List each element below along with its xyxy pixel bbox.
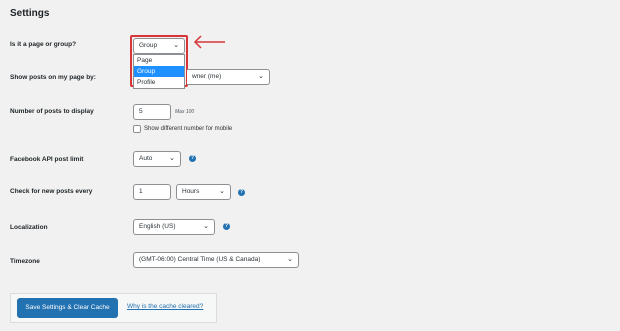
api-limit-select[interactable]: Auto ⌄ [133, 151, 181, 167]
chevron-down-icon: ⌄ [219, 188, 225, 195]
show-posts-label: Show posts on my page by: [10, 74, 96, 81]
type-option-page[interactable]: Page [134, 55, 184, 66]
chevron-down-icon: ⌄ [287, 256, 293, 263]
type-option-profile[interactable]: Profile [134, 77, 184, 88]
api-limit-value: Auto [139, 155, 153, 162]
mobile-checkbox-label: Show different number for mobile [144, 126, 233, 132]
timezone-select[interactable]: (GMT-06:00) Central Time (US & Canada) ⌄ [133, 252, 299, 268]
check-posts-unit-select[interactable]: Hours ⌄ [176, 184, 231, 200]
check-posts-unit-value: Hours [182, 188, 200, 195]
localization-select[interactable]: English (US) ⌄ [133, 219, 215, 235]
num-posts-input[interactable]: 5 [133, 104, 171, 120]
chevron-down-icon: ⌄ [203, 223, 209, 230]
why-cache-link[interactable]: Why is the cache cleared? [127, 303, 203, 310]
arrow-left-icon [193, 35, 225, 49]
type-label: Is it a page or group? [10, 41, 77, 48]
settings-page: Settings Is it a page or group? Group ⌄ … [0, 0, 620, 331]
type-option-group[interactable]: Group [134, 66, 184, 77]
show-posts-value: wner (me) [192, 73, 222, 80]
localization-label: Localization [10, 224, 48, 231]
mobile-checkbox[interactable] [133, 125, 141, 133]
save-settings-button[interactable]: Save Settings & Clear Cache [17, 298, 118, 318]
page-title: Settings [10, 8, 50, 19]
help-icon[interactable]: ? [189, 155, 196, 162]
timezone-label: Timezone [10, 258, 40, 265]
max-hint: Max 100 [175, 109, 195, 115]
chevron-down-icon: ⌄ [258, 73, 264, 80]
localization-value: English (US) [139, 223, 176, 230]
type-dropdown-list: Page Group Profile [133, 54, 185, 89]
help-icon[interactable]: ? [223, 223, 230, 230]
num-posts-label: Number of posts to display [10, 108, 94, 115]
check-posts-label: Check for new posts every [10, 188, 93, 195]
check-posts-input[interactable]: 1 [133, 184, 171, 200]
show-posts-select[interactable]: wner (me) ⌄ [187, 69, 270, 85]
timezone-value: (GMT-06:00) Central Time (US & Canada) [139, 256, 261, 263]
chevron-down-icon: ⌄ [169, 155, 175, 162]
api-limit-label: Facebook API post limit [10, 156, 84, 163]
help-icon[interactable]: ? [238, 189, 245, 196]
